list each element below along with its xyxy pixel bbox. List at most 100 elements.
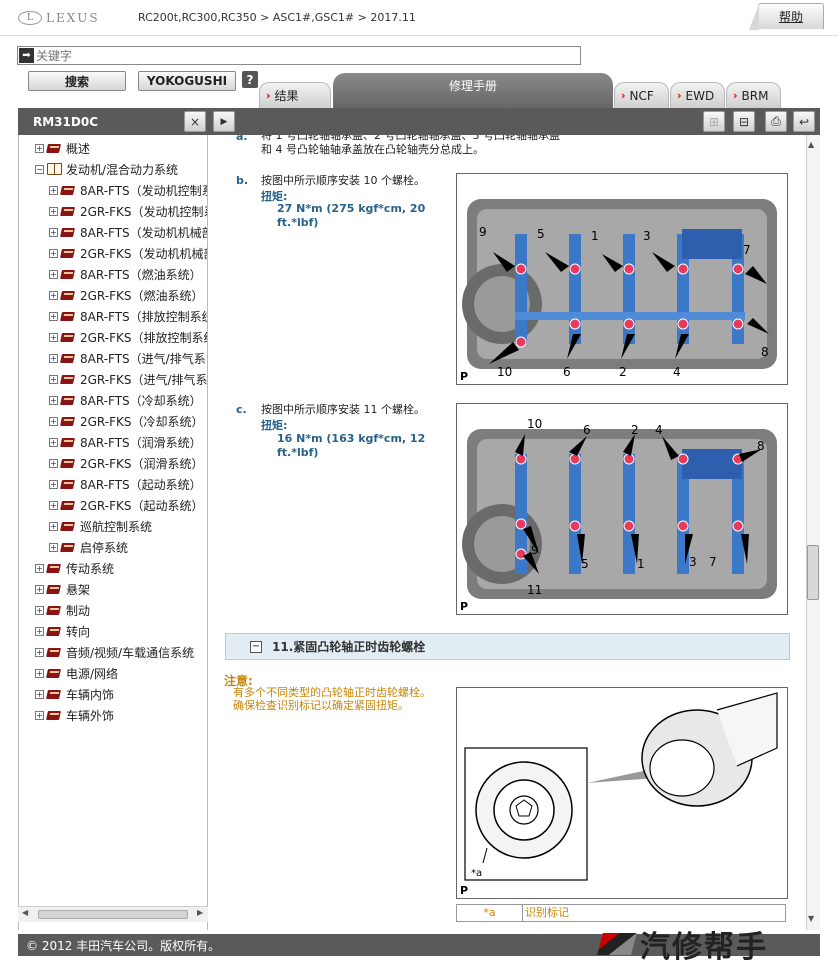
- tree-item[interactable]: + 音频/视频/车载通信系统: [35, 643, 194, 661]
- collapse-icon[interactable]: −: [35, 164, 44, 174]
- tree-item[interactable]: + 启停系统: [49, 538, 128, 556]
- expand-icon[interactable]: +: [49, 416, 58, 426]
- tree-item[interactable]: + 电源/网络: [35, 664, 118, 682]
- scroll-right-icon[interactable]: ▶: [197, 908, 203, 917]
- book-icon: [61, 395, 76, 406]
- print-icon[interactable]: ⎙: [765, 111, 787, 132]
- tree-item[interactable]: + 制动: [35, 601, 90, 619]
- tree-item[interactable]: +2GR-FKS（润滑系统）: [49, 454, 204, 472]
- help-question-button[interactable]: ?: [242, 71, 258, 88]
- scroll-left-icon[interactable]: ◀: [22, 908, 28, 917]
- bolt-order-number: 6: [563, 365, 571, 379]
- tree-item[interactable]: + 概述: [35, 139, 90, 157]
- tree-item[interactable]: + 传动系统: [35, 559, 114, 577]
- expand-icon[interactable]: +: [49, 374, 58, 384]
- tree-item[interactable]: +8AR-FTS（进气/排气系: [49, 349, 206, 367]
- expand-all-icon[interactable]: ⊞: [703, 111, 725, 132]
- gear-bolt-diagram: *a P: [460, 692, 778, 897]
- yokogushi-button[interactable]: YOKOGUSHI: [138, 71, 236, 91]
- expand-icon[interactable]: +: [35, 143, 44, 153]
- tree-item[interactable]: +2GR-FKS（燃油系统）: [49, 286, 204, 304]
- tab-ncf[interactable]: › NCF: [614, 82, 669, 108]
- help-link[interactable]: 帮助: [749, 3, 824, 30]
- tree-item[interactable]: − 发动机/混合动力系统: [35, 160, 178, 178]
- breadcrumb: RC200t,RC300,RC350 > ASC1#,GSC1# > 2017.…: [138, 11, 416, 24]
- expand-icon[interactable]: +: [49, 542, 58, 552]
- content-vertical-scrollbar[interactable]: [806, 135, 820, 930]
- book-icon: [61, 311, 76, 322]
- expand-icon[interactable]: +: [49, 227, 58, 237]
- expand-icon[interactable]: +: [35, 689, 44, 699]
- camshaft-housing-diagram-2: 10 6 2 4 8 9 11 5 1 3 7 P: [460, 417, 777, 613]
- top-bar: [0, 0, 838, 36]
- back-icon[interactable]: ↩: [793, 111, 815, 132]
- collapse-section-icon[interactable]: −: [250, 640, 262, 653]
- expand-icon[interactable]: +: [49, 311, 58, 321]
- collapse-all-icon[interactable]: ⊟: [733, 111, 755, 132]
- figure-callout: *a: [471, 868, 482, 879]
- section-header[interactable]: − 11.紧固凸轮轴正时齿轮螺栓: [225, 633, 790, 660]
- tab-brm[interactable]: › BRM: [726, 82, 781, 108]
- content-scroll-thumb[interactable]: [807, 545, 819, 600]
- toolbar-bar: [18, 108, 820, 135]
- expand-icon[interactable]: +: [49, 500, 58, 510]
- expand-icon[interactable]: +: [35, 668, 44, 678]
- tree-item-label: 8AR-FTS（燃油系统）: [80, 267, 202, 282]
- tree-item[interactable]: +2GR-FKS（冷却系统）: [49, 412, 204, 430]
- expand-icon[interactable]: +: [35, 647, 44, 657]
- tab-results[interactable]: › 结果: [259, 82, 331, 108]
- expand-icon[interactable]: +: [35, 626, 44, 636]
- sidebar-scroll-thumb[interactable]: [38, 910, 188, 919]
- expand-icon[interactable]: +: [49, 458, 58, 468]
- expand-icon[interactable]: +: [49, 332, 58, 342]
- tree-item-label: 2GR-FKS（起动系统）: [80, 498, 204, 513]
- tree-item[interactable]: + 车辆内饰: [35, 685, 114, 703]
- tab-repair-manual[interactable]: 修理手册: [333, 73, 613, 108]
- expand-icon[interactable]: +: [49, 479, 58, 489]
- tree-item[interactable]: +2GR-FKS（排放控制系统: [49, 328, 207, 346]
- expand-icon[interactable]: +: [49, 353, 58, 363]
- bolt-order-number: 7: [709, 555, 717, 569]
- expand-icon[interactable]: +: [35, 584, 44, 594]
- search-button[interactable]: 搜索: [28, 71, 126, 91]
- search-input[interactable]: [36, 48, 566, 63]
- sidebar-next-button[interactable]: ▶: [213, 111, 235, 132]
- tree-item[interactable]: +8AR-FTS（冷却系统）: [49, 391, 202, 409]
- scroll-down-icon[interactable]: ▼: [808, 914, 814, 923]
- sidebar-close-button[interactable]: ×: [184, 111, 206, 132]
- book-icon: [61, 248, 76, 259]
- tree-item[interactable]: +8AR-FTS（发动机机械部: [49, 223, 207, 241]
- expand-icon[interactable]: +: [35, 605, 44, 615]
- tree-item[interactable]: + 悬架: [35, 580, 90, 598]
- book-icon: [47, 563, 62, 574]
- tree-item[interactable]: +2GR-FKS（起动系统）: [49, 496, 204, 514]
- tree-item[interactable]: +2GR-FKS（进气/排气系: [49, 370, 207, 388]
- tree-item[interactable]: +2GR-FKS（发动机机械部: [49, 244, 207, 262]
- scroll-up-icon[interactable]: ▲: [808, 140, 814, 149]
- expand-icon[interactable]: +: [49, 395, 58, 405]
- bolt-order-number: 1: [637, 557, 645, 571]
- copyright-text: © 2012 丰田汽车公司。版权所有。: [26, 938, 221, 953]
- search-box[interactable]: ➡: [17, 46, 581, 65]
- expand-icon[interactable]: +: [35, 710, 44, 720]
- tree-item[interactable]: + 转向: [35, 622, 90, 640]
- expand-icon[interactable]: +: [49, 521, 58, 531]
- tree-item[interactable]: + 车辆外饰: [35, 706, 114, 724]
- step-b-torque-value: 27 N*m (275 kgf*cm, 20 ft.*lbf): [277, 202, 426, 229]
- tree-item[interactable]: +8AR-FTS（起动系统）: [49, 475, 202, 493]
- expand-icon[interactable]: +: [49, 269, 58, 279]
- tree-item[interactable]: +2GR-FKS（发动机控制系: [49, 202, 207, 220]
- expand-icon[interactable]: +: [49, 290, 58, 300]
- tree-item[interactable]: +8AR-FTS（排放控制系统: [49, 307, 207, 325]
- expand-icon[interactable]: +: [35, 563, 44, 573]
- expand-icon[interactable]: +: [49, 185, 58, 195]
- book-icon: [47, 584, 62, 595]
- expand-icon[interactable]: +: [49, 248, 58, 258]
- tree-item[interactable]: +8AR-FTS（燃油系统）: [49, 265, 202, 283]
- expand-icon[interactable]: +: [49, 437, 58, 447]
- expand-icon[interactable]: +: [49, 206, 58, 216]
- tree-item[interactable]: +8AR-FTS（润滑系统）: [49, 433, 202, 451]
- tab-ewd[interactable]: › EWD: [670, 82, 725, 108]
- tree-item[interactable]: + 巡航控制系统: [49, 517, 152, 535]
- tree-item[interactable]: +8AR-FTS（发动机控制系: [49, 181, 207, 199]
